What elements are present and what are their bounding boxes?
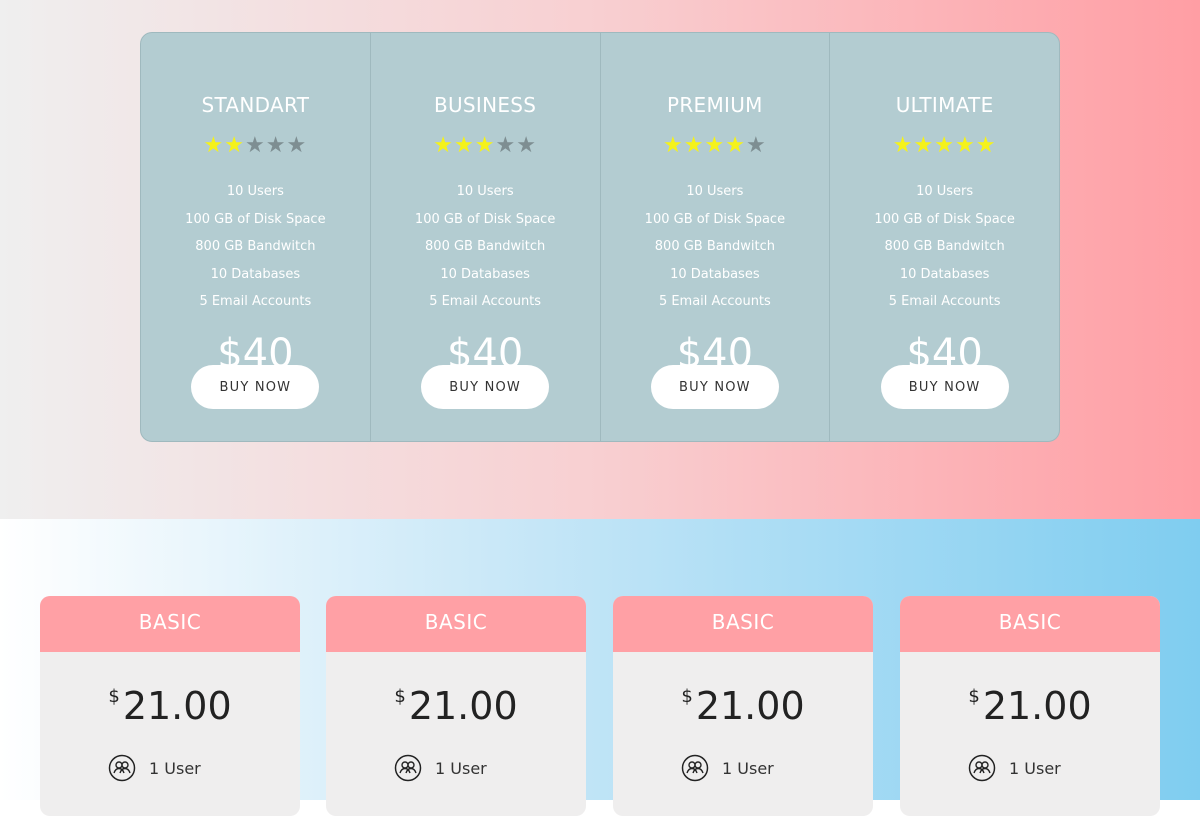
plan-features: 10 Users 100 GB of Disk Space 800 GB Ban… — [601, 182, 830, 320]
pricing-table: STANDART ★★★★★ 10 Users 100 GB of Disk S… — [140, 32, 1060, 442]
star-icon: ★ — [433, 133, 455, 158]
star-rating: ★★★★★ — [601, 133, 830, 158]
plan-feature: 10 Databases — [899, 266, 990, 282]
star-icon: ★ — [286, 133, 308, 158]
plan-feature: 5 Email Accounts — [888, 294, 1001, 309]
star-icon: ★ — [934, 133, 955, 158]
feature-text: 1 User — [435, 758, 487, 778]
plan-name: ULTIMATE — [895, 93, 994, 117]
buy-now-button[interactable]: BUY NOW — [191, 365, 320, 409]
card-price: $21.00 — [613, 684, 873, 728]
star-rating: ★★★★★ — [141, 133, 370, 158]
star-icon: ★ — [474, 133, 496, 158]
plan-feature: 800 GB Bandwitch — [884, 239, 1005, 254]
plan-feature: 10 Databases — [440, 266, 530, 282]
star-icon: ★ — [516, 133, 537, 158]
star-icon: ★ — [224, 133, 245, 158]
card-price: $21.00 — [900, 684, 1160, 728]
plan-feature: 100 GB of Disk Space — [874, 211, 1015, 227]
pricing-section-bottom: BASIC $21.00 1 User BASIC $21.00 1 User … — [0, 519, 1200, 816]
plan-feature: 10 Users — [226, 184, 284, 199]
star-icon: ★ — [725, 133, 746, 158]
plan-feature: 800 GB Bandwitch — [425, 239, 546, 254]
plan-feature: 5 Email Accounts — [199, 294, 312, 309]
plan-feature: 100 GB of Disk Space — [414, 211, 556, 227]
basic-plan-card: BASIC $21.00 1 User — [40, 596, 300, 816]
card-title: BASIC — [613, 596, 873, 652]
buy-now-button[interactable]: BUY NOW — [650, 365, 779, 409]
star-icon: ★ — [454, 133, 475, 158]
basic-plan-card: BASIC $21.00 1 User — [326, 596, 586, 816]
buy-now-button[interactable]: BUY NOW — [880, 365, 1009, 409]
users-icon — [968, 754, 996, 782]
plan-feature: 5 Email Accounts — [429, 294, 542, 309]
basic-plan-card: BASIC $21.00 1 User — [900, 596, 1160, 816]
plan-feature: 10 Users — [916, 184, 974, 199]
price-amount: 21.00 — [695, 684, 805, 728]
price-amount: 21.00 — [122, 684, 232, 728]
plan-feature: 10 Databases — [210, 266, 301, 282]
card-feature: 1 User — [394, 754, 487, 782]
card-feature: 1 User — [108, 754, 201, 782]
plan-feature: 10 Users — [456, 184, 514, 199]
star-icon: ★ — [704, 133, 726, 158]
users-icon — [108, 754, 136, 782]
feature-text: 1 User — [722, 758, 774, 778]
plan-features: 10 Users 100 GB of Disk Space 800 GB Ban… — [371, 182, 600, 320]
card-feature: 1 User — [968, 754, 1061, 782]
currency-symbol: $ — [108, 686, 120, 707]
plan-features: 10 Users 100 GB of Disk Space 800 GB Ban… — [830, 182, 1059, 320]
plan-feature: 100 GB of Disk Space — [185, 211, 326, 227]
star-rating: ★★★★★ — [371, 133, 600, 158]
plan-feature: 100 GB of Disk Space — [644, 211, 786, 227]
star-icon: ★ — [203, 133, 225, 158]
currency-symbol: $ — [968, 686, 980, 707]
feature-text: 1 User — [149, 758, 201, 778]
card-title: BASIC — [326, 596, 586, 652]
plan-feature: 10 Users — [686, 184, 744, 199]
card-price: $21.00 — [40, 684, 300, 728]
plan-ultimate: ULTIMATE ★★★★★ 10 Users 100 GB of Disk S… — [830, 33, 1059, 441]
basic-plan-card: BASIC $21.00 1 User — [613, 596, 873, 816]
card-price: $21.00 — [326, 684, 586, 728]
plan-features: 10 Users 100 GB of Disk Space 800 GB Ban… — [141, 182, 370, 320]
star-icon: ★ — [265, 133, 287, 158]
plan-premium: PREMIUM ★★★★★ 10 Users 100 GB of Disk Sp… — [601, 33, 831, 441]
plan-name: STANDART — [201, 93, 310, 117]
star-icon: ★ — [683, 133, 705, 158]
plan-feature: 800 GB Bandwitch — [654, 239, 775, 254]
users-icon — [394, 754, 422, 782]
star-icon: ★ — [663, 133, 684, 158]
card-title: BASIC — [900, 596, 1160, 652]
star-icon: ★ — [245, 133, 266, 158]
plan-name: PREMIUM — [667, 93, 763, 117]
star-icon: ★ — [745, 133, 767, 158]
star-icon: ★ — [954, 133, 976, 158]
plan-feature: 800 GB Bandwitch — [195, 239, 316, 254]
price-amount: 21.00 — [982, 684, 1092, 728]
plan-standart: STANDART ★★★★★ 10 Users 100 GB of Disk S… — [141, 33, 371, 441]
plan-name: BUSINESS — [433, 93, 537, 117]
plan-feature: 10 Databases — [670, 266, 760, 282]
plan-business: BUSINESS ★★★★★ 10 Users 100 GB of Disk S… — [371, 33, 601, 441]
star-icon: ★ — [913, 133, 935, 158]
feature-text: 1 User — [1009, 758, 1061, 778]
star-icon: ★ — [892, 133, 914, 158]
plan-feature: 5 Email Accounts — [658, 294, 771, 309]
pricing-section-top: STANDART ★★★★★ 10 Users 100 GB of Disk S… — [0, 0, 1200, 519]
currency-symbol: $ — [681, 686, 693, 707]
users-icon — [681, 754, 709, 782]
price-amount: 21.00 — [408, 684, 518, 728]
star-rating: ★★★★★ — [830, 133, 1059, 158]
currency-symbol: $ — [394, 686, 406, 707]
star-icon: ★ — [495, 133, 517, 158]
card-title: BASIC — [40, 596, 300, 652]
card-feature: 1 User — [681, 754, 774, 782]
buy-now-button[interactable]: BUY NOW — [421, 365, 550, 409]
star-icon: ★ — [975, 133, 997, 158]
